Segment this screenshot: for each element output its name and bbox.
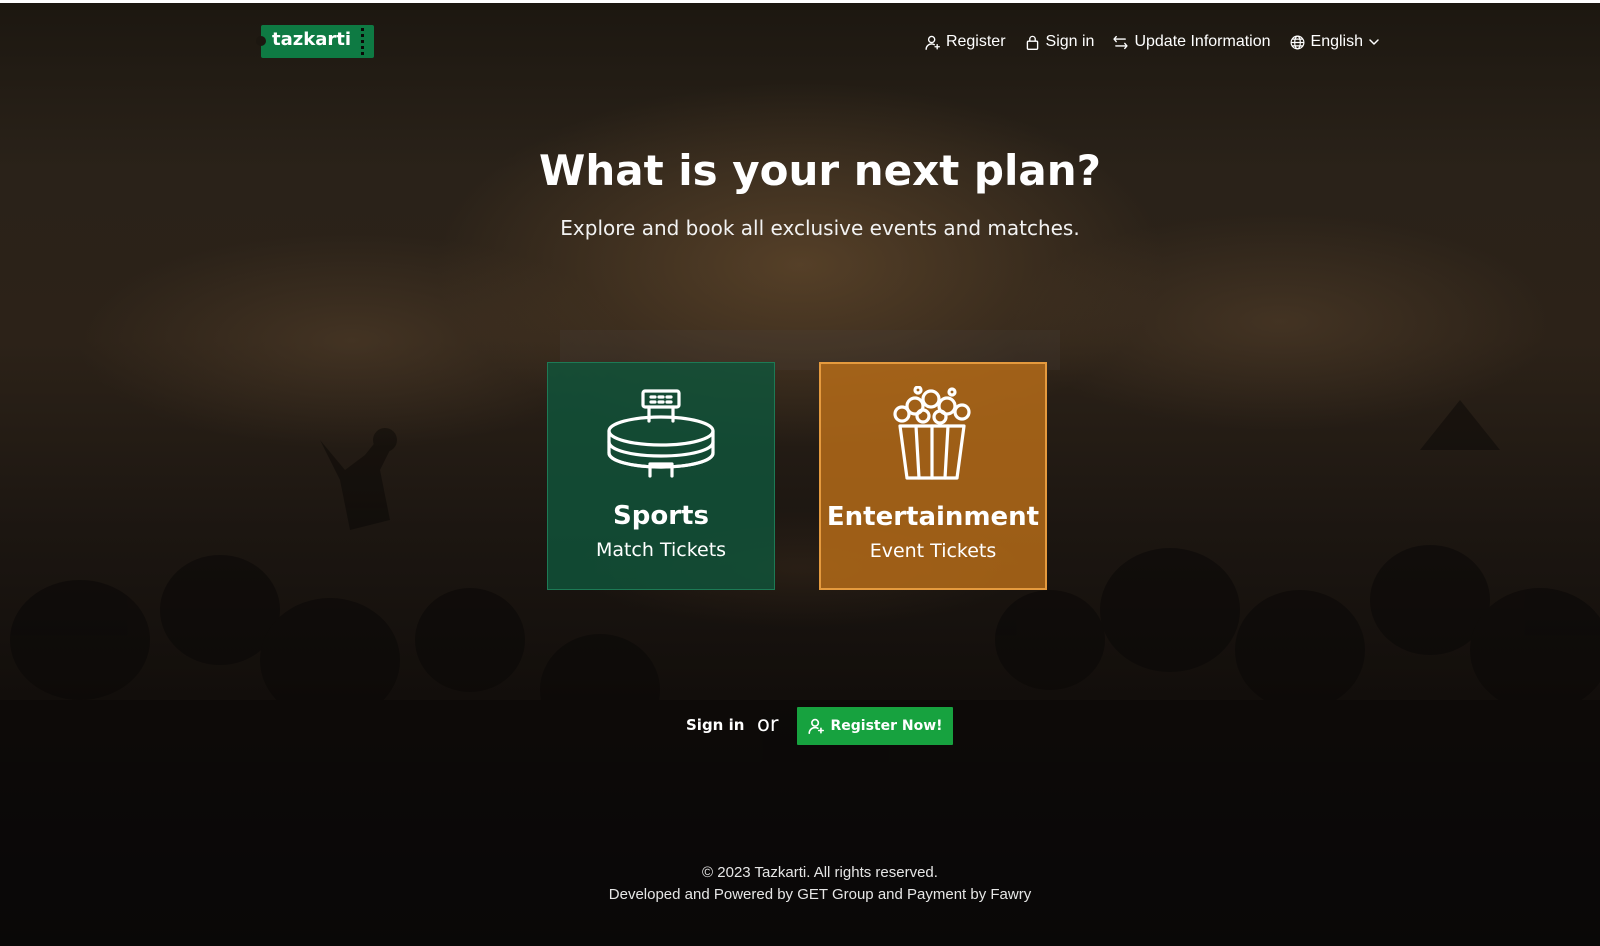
entertainment-card-title: Entertainment: [826, 502, 1040, 532]
or-separator: or: [757, 712, 779, 736]
hero-subtitle: Explore and book all exclusive events an…: [560, 216, 1080, 240]
nav-update-information-label: Update Information: [1134, 33, 1271, 50]
swap-arrows-icon: [1112, 34, 1129, 51]
landing-page: tazkarti Register Sign in Update Informa…: [0, 0, 1600, 946]
sports-card-title: Sports: [613, 501, 709, 531]
nav-register[interactable]: Register: [924, 33, 1006, 51]
footer-developed-by: Developed and Powered by GET Group and P…: [608, 886, 1032, 903]
lock-icon: [1024, 34, 1041, 51]
logo-ticket-notch: [256, 36, 266, 46]
entertainment-card-subtitle: Event Tickets: [869, 540, 997, 562]
footer-copyright: © 2023 Tazkarti. All rights reserved.: [702, 864, 938, 881]
user-plus-icon: [807, 717, 825, 735]
sign-in-link[interactable]: Sign in: [686, 716, 744, 734]
register-now-label: Register Now!: [830, 718, 943, 734]
logo-ticket-perforation: [361, 28, 364, 55]
language-label: English: [1310, 33, 1363, 50]
nav-sign-in-label: Sign in: [1045, 33, 1095, 50]
nav-register-label: Register: [945, 33, 1006, 50]
entertainment-card[interactable]: Entertainment Event Tickets: [819, 362, 1047, 590]
concert-crowd-background: [0, 330, 1600, 946]
chevron-down-icon: [1368, 36, 1380, 48]
sports-card[interactable]: Sports Match Tickets: [547, 362, 775, 590]
register-now-button[interactable]: Register Now!: [797, 707, 953, 745]
logo-text: tazkarti: [272, 29, 351, 50]
nav-sign-in[interactable]: Sign in: [1024, 33, 1095, 51]
top-nav: Register Sign in Update Information Engl…: [924, 30, 1380, 54]
tazkarti-logo[interactable]: tazkarti: [256, 25, 374, 58]
nav-update-information[interactable]: Update Information: [1112, 33, 1271, 51]
user-plus-icon: [924, 34, 941, 51]
hero-title: What is your next plan?: [539, 146, 1101, 195]
globe-icon: [1289, 34, 1306, 51]
popcorn-icon: [878, 386, 988, 482]
sports-card-subtitle: Match Tickets: [595, 539, 727, 561]
stadium-icon: [606, 385, 716, 481]
language-selector[interactable]: English: [1289, 33, 1380, 51]
